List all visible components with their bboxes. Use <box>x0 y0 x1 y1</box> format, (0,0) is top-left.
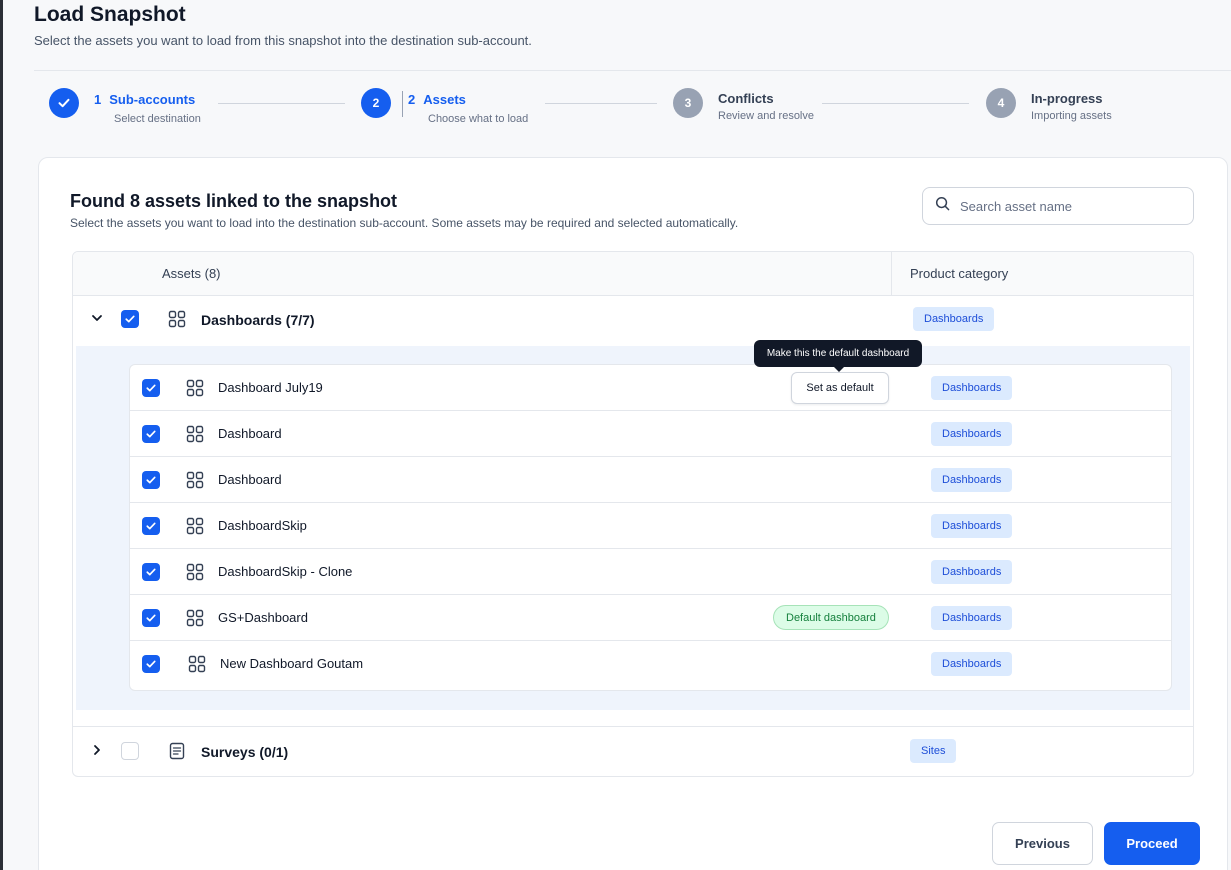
step-complete-check-icon <box>49 88 79 118</box>
chevron-right-icon[interactable] <box>90 743 104 757</box>
search-input[interactable] <box>960 198 1180 214</box>
category-badge: Dashboards <box>931 376 1013 400</box>
step-conflicts[interactable]: 3 Conflicts Review and resolve <box>673 88 814 122</box>
item-checkbox[interactable] <box>142 379 160 397</box>
item-name: DashboardSkip <box>218 518 307 533</box>
group-checkbox[interactable] <box>121 310 139 328</box>
card-title: Found 8 assets linked to the snapshot <box>70 191 398 211</box>
step-description: Review and resolve <box>718 110 814 122</box>
set-default-tooltip: Make this the default dashboard <box>754 340 922 372</box>
list-item[interactable]: GS+Dashboard Default dashboard Dashboard… <box>130 595 1171 641</box>
window-edge <box>0 0 3 870</box>
step-connector <box>822 103 969 104</box>
group-checkbox[interactable] <box>121 742 139 760</box>
category-badge: Dashboards <box>931 468 1013 492</box>
category-badge: Dashboards <box>931 606 1013 630</box>
step-title: Conflicts <box>718 91 774 106</box>
item-checkbox[interactable] <box>142 563 160 581</box>
item-checkbox[interactable] <box>142 425 160 443</box>
assets-table: Assets (8) Product category Dashboards (… <box>72 251 1194 777</box>
step-description: Importing assets <box>1031 110 1112 122</box>
step-number-badge: 3 <box>673 88 703 118</box>
step-connector <box>218 103 345 104</box>
search-icon <box>935 196 950 216</box>
proceed-button[interactable]: Proceed <box>1104 822 1200 865</box>
group-row-dashboards[interactable]: Dashboards (7/7) Dashboards <box>73 296 1193 343</box>
step-number-badge: 2 <box>361 88 391 118</box>
document-icon <box>168 742 186 760</box>
step-title: Assets <box>423 92 466 107</box>
item-checkbox[interactable] <box>142 609 160 627</box>
table-header: Assets (8) Product category <box>73 252 1193 296</box>
list-item[interactable]: Dashboard Dashboards <box>130 457 1171 503</box>
page-subtitle: Select the assets you want to load from … <box>34 33 532 48</box>
group-name: Surveys (0/1) <box>201 744 289 760</box>
default-dashboard-badge: Default dashboard <box>773 605 889 630</box>
dashboard-grid-icon <box>186 471 204 489</box>
item-name: Dashboard July19 <box>218 380 323 395</box>
column-header-assets: Assets (8) <box>162 266 221 281</box>
text-cursor <box>402 91 403 117</box>
step-number-badge: 4 <box>986 88 1016 118</box>
item-checkbox[interactable] <box>142 655 160 673</box>
step-number: 2 <box>408 92 416 107</box>
category-badge: Sites <box>910 739 957 763</box>
step-title: In-progress <box>1031 91 1103 106</box>
step-description: Choose what to load <box>428 113 529 125</box>
page-title: Load Snapshot <box>34 3 186 26</box>
group-body-dashboards: Dashboard July19 Set as default Dashboar… <box>76 346 1190 710</box>
group-row-surveys[interactable]: Surveys (0/1) Sites <box>73 726 1193 773</box>
dashboard-grid-icon <box>186 609 204 627</box>
previous-button[interactable]: Previous <box>992 822 1093 865</box>
dashboard-grid-icon <box>168 310 186 328</box>
list-item[interactable]: DashboardSkip - Clone Dashboards <box>130 549 1171 595</box>
dashboard-list: Dashboard July19 Set as default Dashboar… <box>129 364 1172 691</box>
step-assets[interactable]: 2 2 Assets Choose what to load <box>361 88 528 125</box>
item-name: DashboardSkip - Clone <box>218 564 353 579</box>
column-header-category: Product category <box>910 266 1009 281</box>
group-name: Dashboards (7/7) <box>201 312 315 328</box>
chevron-down-icon[interactable] <box>90 311 104 325</box>
step-sub-accounts[interactable]: 1 Sub-accounts Select destination <box>49 88 201 125</box>
list-item[interactable]: Dashboard July19 Set as default Dashboar… <box>130 365 1171 411</box>
list-item[interactable]: New Dashboard Goutam Dashboards <box>130 641 1171 687</box>
category-badge: Dashboards <box>931 652 1013 676</box>
category-badge: Dashboards <box>931 514 1013 538</box>
set-as-default-button[interactable]: Set as default <box>791 372 889 404</box>
list-item[interactable]: DashboardSkip Dashboards <box>130 503 1171 549</box>
category-badge: Dashboards <box>931 560 1013 584</box>
step-title: Sub-accounts <box>109 92 196 107</box>
dashboard-grid-icon <box>186 563 204 581</box>
assets-card: Found 8 assets linked to the snapshot Se… <box>38 157 1228 870</box>
category-badge: Dashboards <box>931 422 1013 446</box>
item-checkbox[interactable] <box>142 517 160 535</box>
step-number: 1 <box>94 92 102 107</box>
item-name: Dashboard <box>218 426 282 441</box>
list-item[interactable]: Dashboard Dashboards <box>130 411 1171 457</box>
step-description: Select destination <box>114 113 201 125</box>
search-box[interactable] <box>922 187 1194 225</box>
item-name: Dashboard <box>218 472 282 487</box>
item-name: GS+Dashboard <box>218 610 308 625</box>
dashboard-grid-icon <box>188 655 206 673</box>
step-in-progress[interactable]: 4 In-progress Importing assets <box>986 88 1112 122</box>
item-checkbox[interactable] <box>142 471 160 489</box>
header-divider <box>34 70 1231 71</box>
column-divider <box>891 252 892 296</box>
dashboard-grid-icon <box>186 517 204 535</box>
dashboard-grid-icon <box>186 425 204 443</box>
card-subtitle: Select the assets you want to load into … <box>70 216 739 230</box>
dashboard-grid-icon <box>186 379 204 397</box>
item-name: New Dashboard Goutam <box>220 656 364 671</box>
category-badge: Dashboards <box>913 307 995 331</box>
step-connector <box>545 103 657 104</box>
